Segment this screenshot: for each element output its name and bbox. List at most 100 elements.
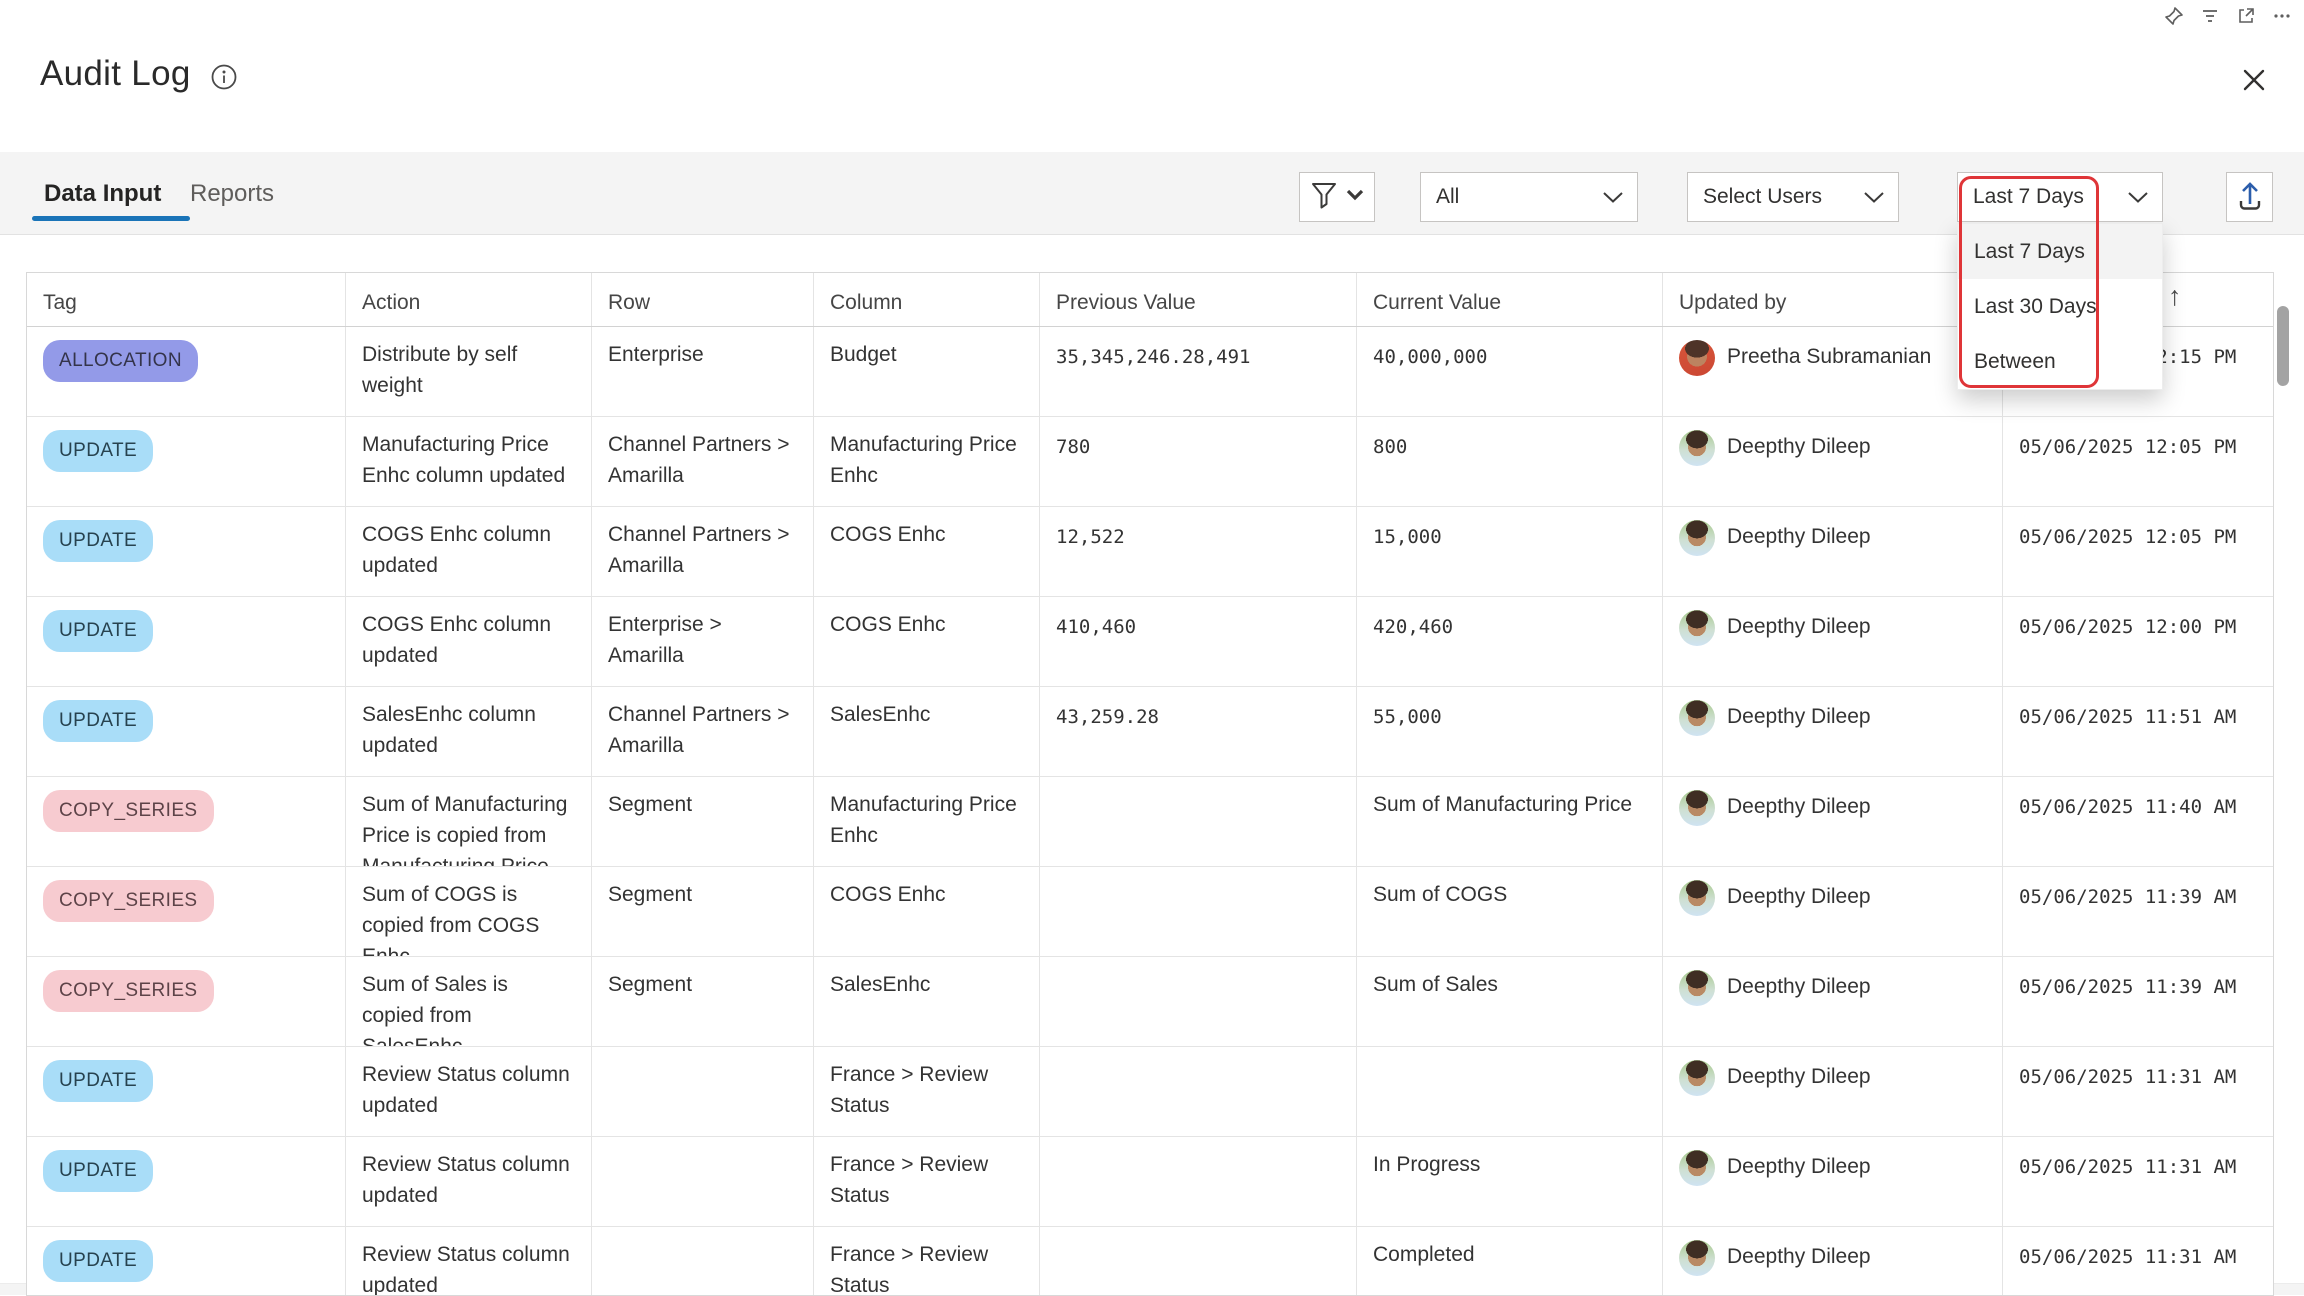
updated-by-cell: Deepthy Dileep xyxy=(1663,417,2003,506)
tab-reports-label: Reports xyxy=(190,180,274,207)
column-cell: France > Review Status xyxy=(814,1047,1040,1136)
column-header[interactable]: Row xyxy=(592,273,814,326)
chevron-down-icon xyxy=(1863,191,1898,204)
timestamp-cell: 05/06/2025 11:31 AM xyxy=(2003,1227,2273,1296)
column-cell: France > Review Status xyxy=(814,1227,1040,1296)
previous-value-cell: 43,259.28 xyxy=(1040,687,1357,776)
user-name: Deepthy Dileep xyxy=(1727,968,1871,1006)
users-dropdown[interactable]: Select Users xyxy=(1687,172,1899,222)
user-name: Deepthy Dileep xyxy=(1727,608,1871,646)
vertical-scrollbar[interactable] xyxy=(2277,306,2289,386)
timestamp-cell: 05/06/2025 12:05 PM xyxy=(2003,507,2273,596)
row-cell: Channel Partners > Amarilla xyxy=(592,687,814,776)
filter-icon[interactable] xyxy=(2200,6,2220,26)
filter-menu-button[interactable] xyxy=(1299,172,1375,222)
row-cell: Channel Partners > Amarilla xyxy=(592,507,814,596)
column-header[interactable]: Action xyxy=(346,273,592,326)
tag-badge: UPDATE xyxy=(43,1060,153,1102)
menu-item-last-7-days[interactable]: Last 7 Days xyxy=(1958,224,2162,279)
current-value-cell xyxy=(1357,1047,1663,1136)
updated-by-cell: Preetha Subramanian xyxy=(1663,327,2003,416)
menu-item-last-30-days[interactable]: Last 30 Days xyxy=(1958,279,2162,334)
avatar xyxy=(1679,1240,1715,1276)
user-name: Deepthy Dileep xyxy=(1727,1148,1871,1186)
table-row: COPY_SERIESSum of Manufacturing Price is… xyxy=(27,777,2273,867)
focus-mode-icon[interactable] xyxy=(2236,6,2256,26)
row-cell xyxy=(592,1137,814,1226)
user-name: Deepthy Dileep xyxy=(1727,428,1871,466)
column-header[interactable]: Current Value xyxy=(1357,273,1663,326)
tag-badge: UPDATE xyxy=(43,1240,153,1282)
row-cell: Enterprise xyxy=(592,327,814,416)
chevron-down-icon xyxy=(1602,191,1637,204)
tag-badge: UPDATE xyxy=(43,700,153,742)
info-icon[interactable] xyxy=(210,63,238,96)
row-cell xyxy=(592,1227,814,1296)
avatar xyxy=(1679,880,1715,916)
menu-item-between[interactable]: Between xyxy=(1958,334,2162,389)
column-header[interactable]: Column xyxy=(814,273,1040,326)
current-value-cell: 420,460 xyxy=(1357,597,1663,686)
column-cell: COGS Enhc xyxy=(814,507,1040,596)
row-cell: Channel Partners > Amarilla xyxy=(592,417,814,506)
users-dropdown-value: Select Users xyxy=(1688,185,1863,209)
column-cell: Manufacturing Price Enhc xyxy=(814,417,1040,506)
tab-reports[interactable]: Reports xyxy=(190,180,274,208)
user-name: Deepthy Dileep xyxy=(1727,878,1871,916)
action-cell: Review Status column updated xyxy=(346,1047,592,1136)
previous-value-cell xyxy=(1040,1227,1357,1296)
user-name: Deepthy Dileep xyxy=(1727,1058,1871,1096)
user-name: Deepthy Dileep xyxy=(1727,518,1871,556)
page-title: Audit Log xyxy=(40,54,191,94)
tag-badge: COPY_SERIES xyxy=(43,970,214,1012)
tab-data-input[interactable]: Data Input xyxy=(44,180,161,208)
column-cell: SalesEnhc xyxy=(814,957,1040,1046)
tag-badge: UPDATE xyxy=(43,520,153,562)
tag-cell: COPY_SERIES xyxy=(27,867,346,956)
previous-value-cell xyxy=(1040,867,1357,956)
row-cell xyxy=(592,1047,814,1136)
updated-by-cell: Deepthy Dileep xyxy=(1663,1227,2003,1296)
tab-data-input-label: Data Input xyxy=(44,180,161,207)
updated-by-cell: Deepthy Dileep xyxy=(1663,1137,2003,1226)
row-cell: Segment xyxy=(592,777,814,866)
current-value-cell: Sum of COGS xyxy=(1357,867,1663,956)
funnel-icon xyxy=(1311,181,1337,214)
updated-by-cell: Deepthy Dileep xyxy=(1663,687,2003,776)
table-row: UPDATEReview Status column updatedFrance… xyxy=(27,1137,2273,1227)
more-options-icon[interactable] xyxy=(2272,6,2292,26)
table-header-row: TagActionRowColumnPrevious ValueCurrent … xyxy=(27,273,2273,327)
table-row: ALLOCATIONDistribute by self weightEnter… xyxy=(27,327,2273,417)
close-icon[interactable] xyxy=(2236,62,2272,103)
previous-value-cell: 410,460 xyxy=(1040,597,1357,686)
action-cell: Sum of COGS is copied from COGS Enhc xyxy=(346,867,592,956)
tag-badge: ALLOCATION xyxy=(43,340,198,382)
column-header[interactable]: Updated by xyxy=(1663,273,2003,326)
column-cell: COGS Enhc xyxy=(814,867,1040,956)
column-cell: Manufacturing Price Enhc xyxy=(814,777,1040,866)
updated-by-cell: Deepthy Dileep xyxy=(1663,1047,2003,1136)
tag-badge: COPY_SERIES xyxy=(43,790,214,832)
timestamp-cell: 05/06/2025 11:39 AM xyxy=(2003,867,2273,956)
visual-header-icons xyxy=(2164,6,2292,26)
timestamp-cell: 05/06/2025 12:00 PM xyxy=(2003,597,2273,686)
date-range-menu: Last 7 Days Last 30 Days Between xyxy=(1957,223,2163,390)
tag-badge: COPY_SERIES xyxy=(43,880,214,922)
pin-icon[interactable] xyxy=(2164,6,2184,26)
category-dropdown[interactable]: All xyxy=(1420,172,1638,222)
current-value-cell: In Progress xyxy=(1357,1137,1663,1226)
tag-cell: COPY_SERIES xyxy=(27,957,346,1046)
export-button[interactable] xyxy=(2226,172,2273,222)
chevron-down-icon xyxy=(2127,191,2162,204)
sort-ascending-icon[interactable]: ↑ xyxy=(2168,281,2182,312)
tag-cell: UPDATE xyxy=(27,687,346,776)
column-header[interactable]: Previous Value xyxy=(1040,273,1357,326)
table-row: UPDATECOGS Enhc column updatedEnterprise… xyxy=(27,597,2273,687)
date-range-dropdown[interactable]: Last 7 Days xyxy=(1957,172,2163,222)
column-header[interactable]: Tag xyxy=(27,273,346,326)
avatar xyxy=(1679,340,1715,376)
table-body: ALLOCATIONDistribute by self weightEnter… xyxy=(27,327,2273,1296)
timestamp-cell: 05/06/2025 11:40 AM xyxy=(2003,777,2273,866)
user-name: Preetha Subramanian xyxy=(1727,338,1931,376)
tag-cell: COPY_SERIES xyxy=(27,777,346,866)
